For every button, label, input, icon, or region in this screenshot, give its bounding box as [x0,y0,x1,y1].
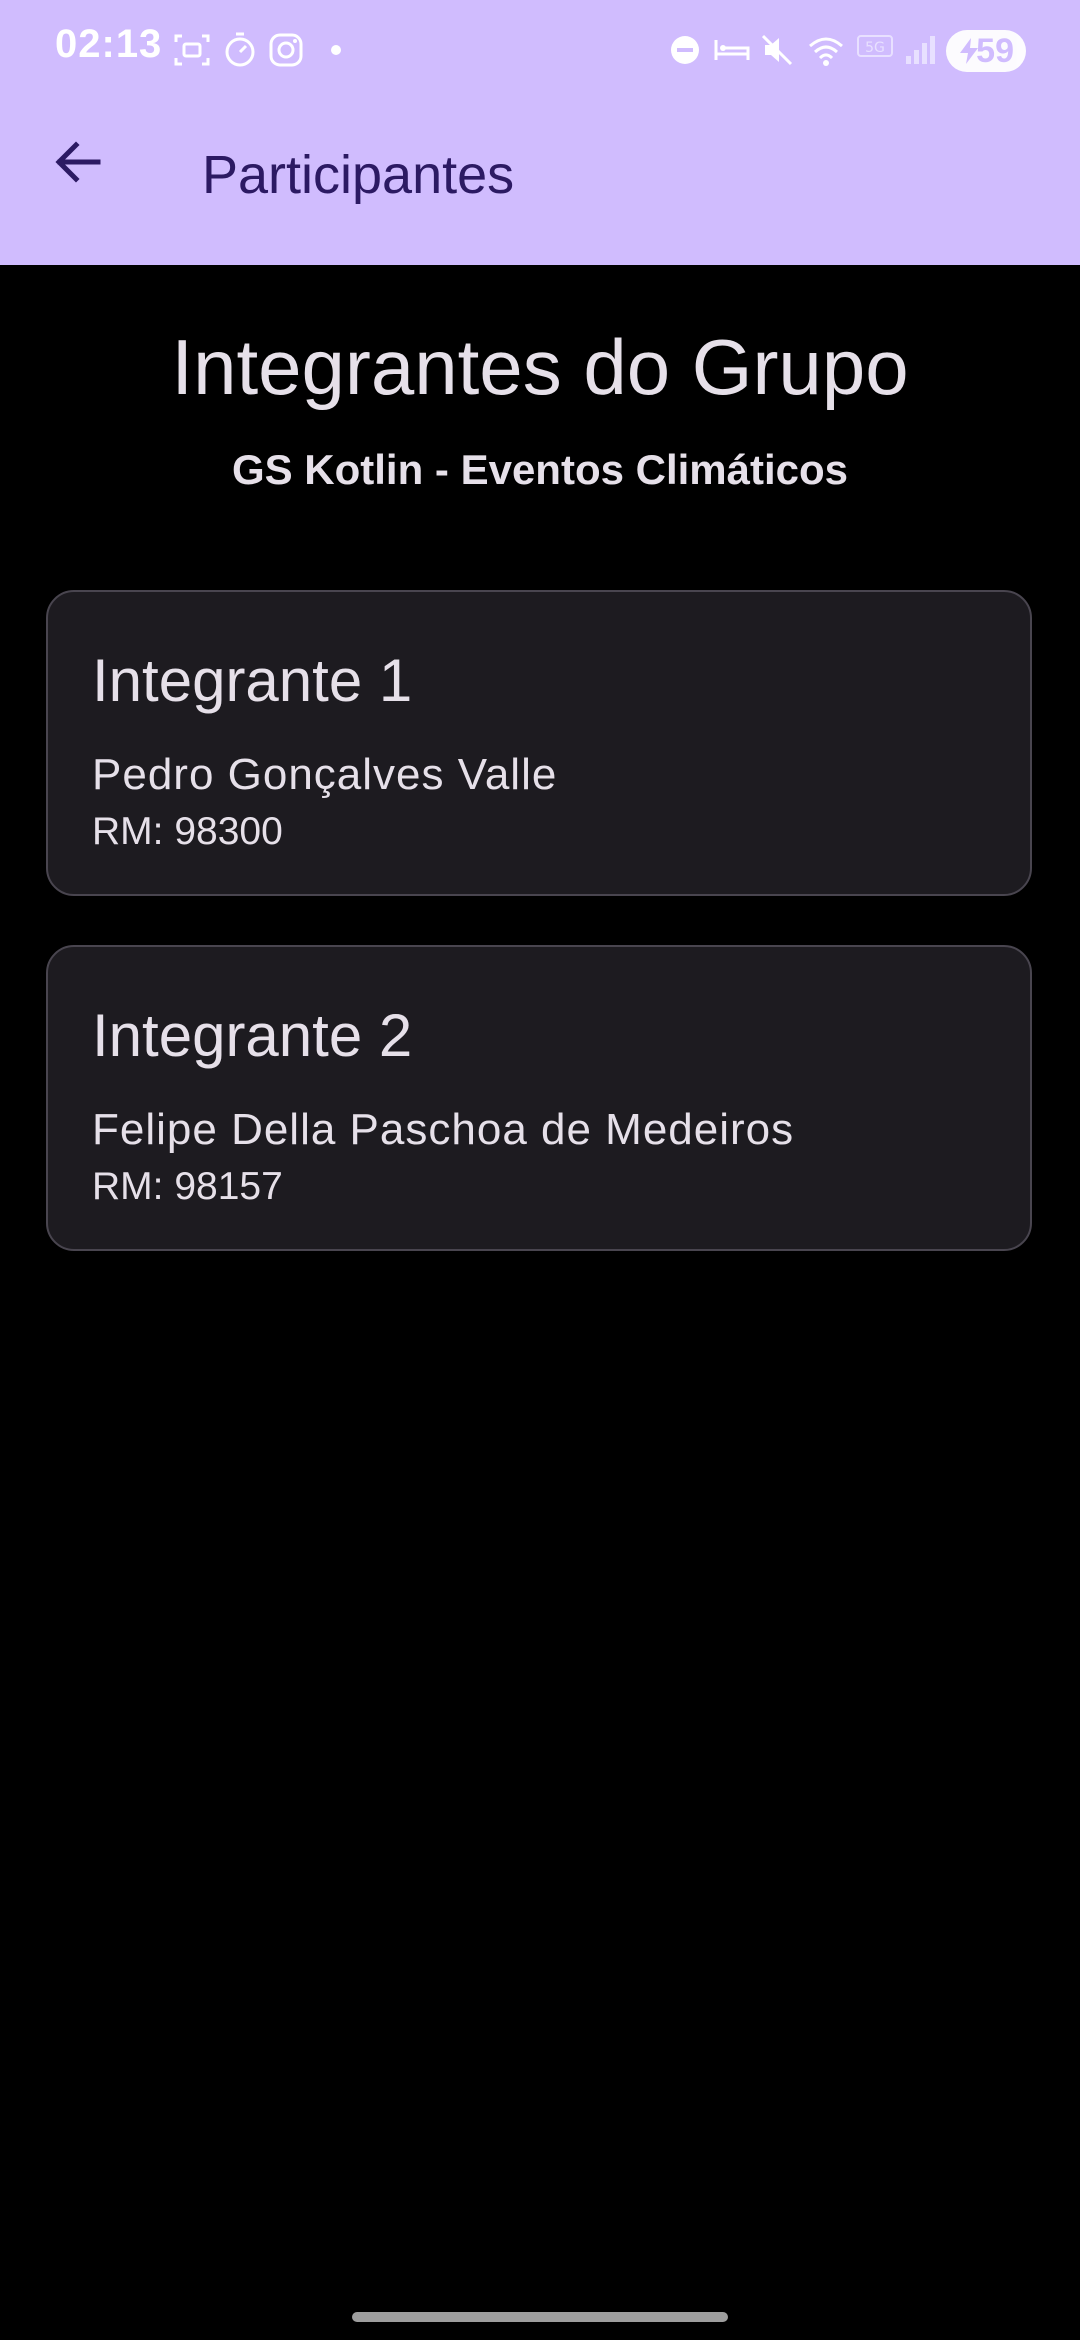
member-card-2: Integrante 2 Felipe Della Paschoa de Med… [46,945,1032,1251]
screen: 02:13 5G 59 Participantes Integrantes do… [0,0,1080,2340]
page-subtitle: GS Kotlin - Eventos Climáticos [231,446,849,493]
member-title: Integrante 1 [92,647,413,714]
signal-icon [906,36,935,64]
wifi-icon [809,37,843,66]
member-rm: RM: 98157 [92,1165,283,1208]
screenshot-icon [174,34,210,66]
mute-icon [761,34,793,66]
member-name: Pedro Gonçalves Valle [92,750,558,799]
timer-icon [225,32,255,67]
battery-indicator: 59 [946,30,1026,72]
5g-icon: 5G [857,35,893,57]
status-bar: 02:13 5G 59 [0,0,1080,100]
home-indicator[interactable] [352,2312,728,2322]
back-button[interactable] [30,114,126,210]
header: 02:13 5G 59 Participantes [0,0,1080,265]
instagram-icon [269,33,303,67]
status-time: 02:13 [55,22,163,66]
app-bar-title: Participantes [202,145,515,205]
do-not-disturb-icon [671,36,699,64]
app-bar: Participantes [0,100,1080,265]
bed-icon [714,40,750,60]
member-rm: RM: 98300 [92,810,283,853]
member-title: Integrante 2 [92,1002,413,1069]
notification-dot-icon [331,45,341,55]
member-name: Felipe Della Paschoa de Medeiros [92,1105,795,1154]
battery-level: 59 [976,32,1014,70]
member-card-1: Integrante 1 Pedro Gonçalves Valle RM: 9… [46,590,1032,896]
page-title: Integrantes do Grupo [171,323,909,411]
svg-text:5G: 5G [865,40,885,56]
arrow-back-icon [55,141,101,183]
